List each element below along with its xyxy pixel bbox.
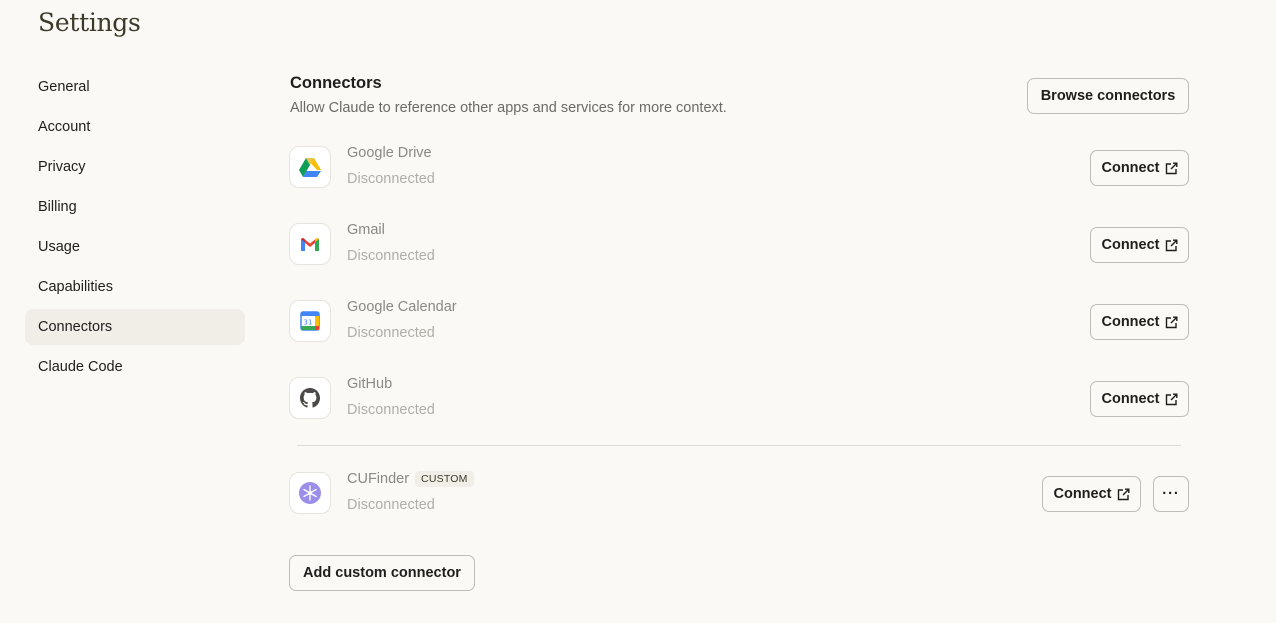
settings-sidebar: General Account Privacy Billing Usage Ca… <box>25 69 245 389</box>
connector-row-cufinder: CUFinder CUSTOM Disconnected Connect ··· <box>289 470 1189 516</box>
sidebar-item-claude-code[interactable]: Claude Code <box>25 349 245 385</box>
connect-label: Connect <box>1101 237 1160 253</box>
custom-badge: CUSTOM <box>415 471 474 487</box>
connector-status: Disconnected <box>347 325 435 341</box>
connect-label: Connect <box>1053 486 1112 502</box>
connector-name: Google Drive <box>347 145 432 161</box>
sidebar-item-privacy[interactable]: Privacy <box>25 149 245 185</box>
section-title: Connectors <box>290 74 382 92</box>
google-drive-icon <box>289 146 331 188</box>
connector-status: Disconnected <box>347 248 435 264</box>
connect-label: Connect <box>1101 391 1160 407</box>
connector-status: Disconnected <box>347 171 435 187</box>
connector-row-google-drive: Google Drive Disconnected Connect <box>289 144 1189 190</box>
external-link-icon <box>1165 239 1177 251</box>
sidebar-item-usage[interactable]: Usage <box>25 229 245 265</box>
connector-row-gmail: Gmail Disconnected Connect <box>289 221 1189 267</box>
sidebar-item-general[interactable]: General <box>25 69 245 105</box>
connector-status: Disconnected <box>347 402 435 418</box>
connector-name: Gmail <box>347 222 385 238</box>
ellipsis-icon: ··· <box>1162 486 1180 502</box>
connect-gmail-button[interactable]: Connect <box>1090 227 1189 263</box>
google-calendar-icon: 31 <box>289 300 331 342</box>
cufinder-icon <box>289 472 331 514</box>
external-link-icon <box>1165 162 1177 174</box>
connect-google-drive-button[interactable]: Connect <box>1090 150 1189 186</box>
connector-row-github: GitHub Disconnected Connect <box>289 375 1189 421</box>
connect-cufinder-button[interactable]: Connect <box>1042 476 1141 512</box>
browse-connectors-button[interactable]: Browse connectors <box>1027 78 1189 114</box>
connector-divider <box>297 445 1181 446</box>
connect-google-calendar-button[interactable]: Connect <box>1090 304 1189 340</box>
sidebar-item-account[interactable]: Account <box>25 109 245 145</box>
svg-text:31: 31 <box>304 319 313 327</box>
connector-row-google-calendar: 31 Google Calendar Disconnected Connect <box>289 298 1189 344</box>
external-link-icon <box>1117 488 1129 500</box>
external-link-icon <box>1165 393 1177 405</box>
github-icon <box>289 377 331 419</box>
connect-github-button[interactable]: Connect <box>1090 381 1189 417</box>
connect-label: Connect <box>1101 314 1160 330</box>
gmail-icon <box>289 223 331 265</box>
sidebar-item-connectors[interactable]: Connectors <box>25 309 245 345</box>
more-options-button[interactable]: ··· <box>1153 476 1189 512</box>
sidebar-item-capabilities[interactable]: Capabilities <box>25 269 245 305</box>
section-description: Allow Claude to reference other apps and… <box>290 100 727 116</box>
connector-name: CUFinder <box>347 471 410 487</box>
external-link-icon <box>1165 316 1177 328</box>
connector-name: GitHub <box>347 376 393 392</box>
add-custom-connector-button[interactable]: Add custom connector <box>289 555 475 591</box>
connector-name: Google Calendar <box>347 299 457 315</box>
sidebar-item-billing[interactable]: Billing <box>25 189 245 225</box>
page-title: Settings <box>38 8 141 37</box>
connect-label: Connect <box>1101 160 1160 176</box>
connector-status: Disconnected <box>347 497 435 513</box>
connector-name-row: CUFinder CUSTOM <box>347 471 474 487</box>
